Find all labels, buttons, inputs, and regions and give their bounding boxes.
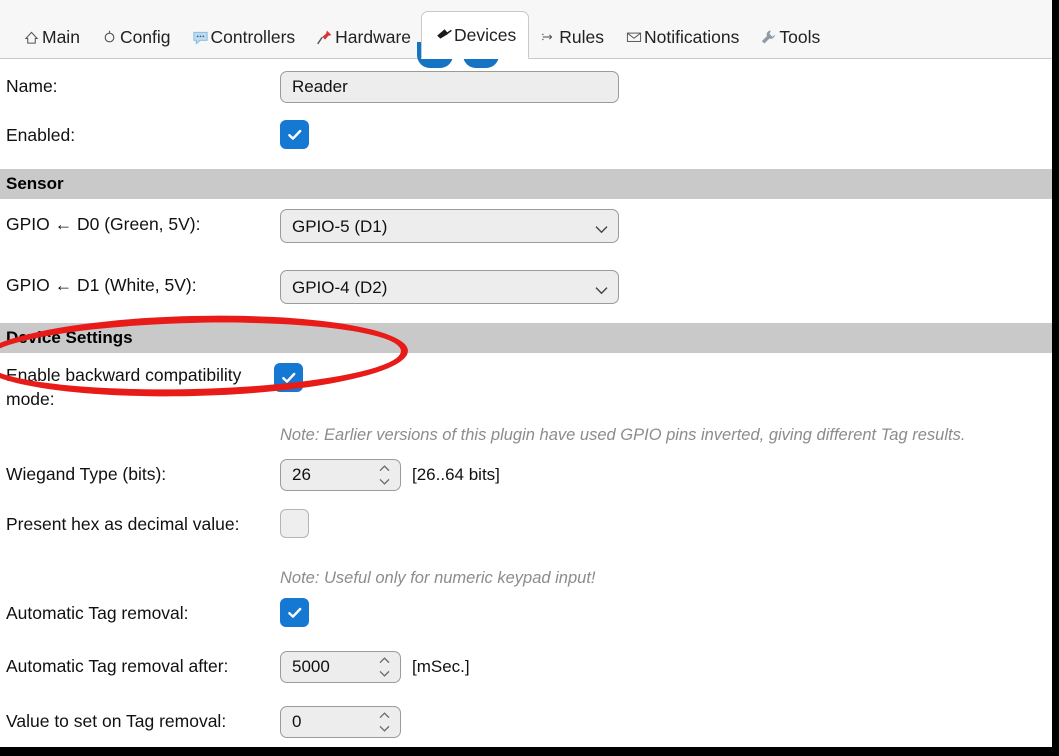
main-navigation-tabs: Main Config Controllers Hardware Devices… bbox=[0, 0, 1052, 68]
device-configuration-form: Name: Enabled: Sensor GPIO ← D0 (Green, … bbox=[0, 59, 1052, 747]
home-icon bbox=[22, 28, 41, 47]
enabled-label: Enabled: bbox=[6, 125, 76, 145]
tab-notifications[interactable]: Notifications bbox=[614, 16, 749, 58]
gpio-d0-label: GPIO ← D0 (Green, 5V): bbox=[6, 214, 201, 234]
row-wiegand-type: Wiegand Type (bits): [26..64 bits] bbox=[0, 453, 1052, 509]
spinner-arrows-icon[interactable] bbox=[378, 712, 391, 732]
name-label: Name: bbox=[6, 76, 58, 96]
tab-hardware-label: Hardware bbox=[335, 27, 412, 47]
gpio-d1-select[interactable]: GPIO-4 (D2) bbox=[280, 270, 619, 304]
tab-notifications-label: Notifications bbox=[644, 27, 740, 47]
wiegand-type-range-hint: [26..64 bits] bbox=[412, 465, 500, 484]
tab-controllers-label: Controllers bbox=[210, 27, 296, 47]
wiegand-type-label: Wiegand Type (bits): bbox=[6, 464, 167, 484]
spinner-arrows-icon[interactable] bbox=[378, 465, 391, 485]
row-enabled: Enabled: bbox=[0, 120, 1052, 169]
gear-icon bbox=[100, 28, 119, 47]
section-header-sensor: Sensor bbox=[0, 169, 1052, 199]
row-backward-compatibility: Enable backward compatibility mode: bbox=[0, 353, 1052, 421]
tab-tools-label: Tools bbox=[779, 27, 821, 47]
wrench-icon bbox=[759, 28, 778, 47]
tab-main[interactable]: Main bbox=[12, 16, 90, 58]
tab-devices-label: Devices bbox=[454, 25, 517, 45]
tab-rules[interactable]: Rules bbox=[529, 16, 614, 58]
chat-bubble-icon bbox=[191, 28, 210, 47]
hex-as-decimal-note: Note: Useful only for numeric keypad inp… bbox=[280, 569, 596, 587]
check-icon bbox=[281, 372, 295, 383]
tab-rules-label: Rules bbox=[559, 27, 605, 47]
check-icon bbox=[287, 129, 301, 140]
name-input[interactable] bbox=[280, 71, 619, 103]
tab-config[interactable]: Config bbox=[90, 16, 181, 58]
tab-main-label: Main bbox=[42, 27, 80, 47]
hex-as-decimal-label: Present hex as decimal value: bbox=[6, 514, 240, 534]
row-automatic-tag-removal-after: Automatic Tag removal after: [mSec.] bbox=[0, 647, 1052, 702]
enabled-checkbox[interactable] bbox=[280, 120, 309, 149]
tab-tools[interactable]: Tools bbox=[749, 16, 830, 58]
branch-arrow-icon bbox=[539, 28, 558, 47]
backward-compatibility-label: Enable backward compatibility mode: bbox=[6, 365, 242, 409]
spinner-arrows-icon[interactable] bbox=[378, 657, 391, 677]
pushpin-icon bbox=[315, 28, 334, 47]
gpio-d0-select[interactable]: GPIO-5 (D1) bbox=[280, 209, 619, 243]
tab-controllers[interactable]: Controllers bbox=[181, 16, 306, 58]
tab-hardware[interactable]: Hardware bbox=[305, 16, 421, 58]
envelope-icon bbox=[624, 28, 643, 47]
hex-as-decimal-checkbox[interactable] bbox=[280, 509, 309, 538]
value-on-tag-removal-label: Value to set on Tag removal: bbox=[6, 711, 227, 731]
row-gpio-d0: GPIO ← D0 (Green, 5V): GPIO-5 (D1) bbox=[0, 199, 1052, 261]
page-root: Main Config Controllers Hardware Devices… bbox=[0, 0, 1059, 756]
row-value-on-tag-removal: Value to set on Tag removal: bbox=[0, 702, 1052, 747]
row-gpio-d1: GPIO ← D1 (White, 5V): GPIO-4 (D2) bbox=[0, 261, 1052, 323]
automatic-tag-removal-checkbox[interactable] bbox=[280, 598, 309, 627]
row-name: Name: bbox=[0, 59, 1052, 120]
section-header-device-settings: Device Settings bbox=[0, 323, 1052, 353]
backward-compatibility-note: Note: Earlier versions of this plugin ha… bbox=[280, 426, 966, 444]
tab-config-label: Config bbox=[119, 27, 171, 47]
plug-icon bbox=[434, 26, 453, 45]
backward-compatibility-checkbox[interactable] bbox=[274, 363, 303, 392]
automatic-tag-removal-label: Automatic Tag removal: bbox=[6, 603, 189, 623]
row-automatic-tag-removal: Automatic Tag removal: bbox=[0, 598, 1052, 647]
tab-devices[interactable]: Devices bbox=[421, 11, 530, 59]
gpio-d1-label: GPIO ← D1 (White, 5V): bbox=[6, 275, 197, 295]
check-icon bbox=[287, 607, 301, 618]
automatic-tag-removal-after-label: Automatic Tag removal after: bbox=[6, 656, 229, 676]
row-hex-as-decimal: Present hex as decimal value: bbox=[0, 509, 1052, 558]
automatic-tag-removal-after-unit-hint: [mSec.] bbox=[412, 657, 470, 676]
